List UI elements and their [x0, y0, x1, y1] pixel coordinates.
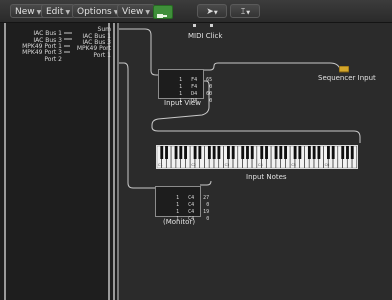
monitor-object[interactable]: 1 C4 27 1 C4 0 1 C4 19 1 C4 0	[155, 186, 209, 222]
cable-sum-to-inputview[interactable]	[119, 28, 159, 76]
black-key[interactable]	[260, 146, 264, 159]
options-menu-button[interactable]: Options▼	[72, 4, 124, 18]
velocity-value: 0	[209, 84, 213, 90]
octave-label: C4	[258, 163, 263, 167]
octave-label: C2	[191, 163, 196, 167]
black-key[interactable]	[207, 146, 211, 159]
black-key[interactable]	[346, 146, 349, 159]
black-key[interactable]	[293, 146, 297, 159]
new-label: New	[15, 7, 35, 17]
velocity-value: 27	[203, 195, 210, 201]
black-key[interactable]	[350, 146, 354, 159]
black-key[interactable]	[331, 146, 335, 159]
black-key[interactable]	[298, 146, 302, 159]
black-key[interactable]	[165, 146, 168, 159]
black-key[interactable]	[227, 146, 230, 159]
chevron-down-icon: ▼	[246, 10, 251, 16]
midi-click-object[interactable]: MIDI Click	[186, 23, 226, 43]
black-key[interactable]	[284, 146, 287, 159]
input-notes-keyboard[interactable]: C1 C2 C3 C4 C5 C6	[156, 145, 358, 169]
sequencer-input-object[interactable]: Sequencer Input	[318, 65, 392, 85]
black-key[interactable]	[327, 146, 330, 159]
chevron-down-icon: ▼	[65, 9, 71, 16]
octave-label: C5	[291, 163, 296, 167]
velocity-value: 0	[206, 202, 210, 208]
options-label: Options	[77, 7, 112, 17]
view-menu-button[interactable]: View ▼	[117, 4, 155, 18]
edit-menu-button[interactable]: Edit ▼	[41, 4, 76, 18]
text-tool-button[interactable]: 𝙸▼	[230, 4, 260, 18]
black-key[interactable]	[246, 146, 249, 159]
black-key[interactable]	[307, 146, 311, 159]
input-notes-label: Input Notes	[246, 173, 287, 181]
keyboard-keys: C1 C2 C3 C4 C5 C6	[157, 146, 357, 168]
black-key[interactable]	[231, 146, 235, 159]
cable-to-monitor[interactable]	[119, 62, 155, 189]
monitor-title: (Monitor)	[163, 218, 196, 226]
midi-thru-button[interactable]	[153, 5, 173, 19]
cable-monitor-out[interactable]	[200, 180, 212, 186]
black-key[interactable]	[184, 146, 187, 159]
velocity-value: 19	[203, 209, 210, 215]
chevron-down-icon: ▼	[213, 10, 218, 16]
view-label: View	[122, 7, 144, 17]
environment-canvas[interactable]: IAC Bus 1 IAC Bus 3 MPK49 Port 1 MPK49 P…	[0, 23, 392, 300]
black-key[interactable]	[193, 146, 197, 159]
toolbar: New▼ Edit▼ Options▼ View▼ ➤▼ 𝙸▼	[0, 0, 392, 23]
black-key[interactable]	[341, 146, 345, 159]
black-key[interactable]	[274, 146, 278, 159]
black-key[interactable]	[198, 146, 202, 159]
octave-label: C1	[158, 163, 163, 167]
black-key[interactable]	[265, 146, 268, 159]
black-key[interactable]	[160, 146, 164, 159]
edit-label: Edit	[46, 7, 64, 17]
input-view-title: Input View	[164, 99, 201, 107]
midi-plug-icon	[157, 14, 167, 18]
pointer-icon: ➤	[206, 7, 214, 17]
sequencer-input-icon	[339, 66, 349, 73]
black-key[interactable]	[317, 146, 321, 159]
midi-click-icon	[193, 24, 213, 27]
black-key[interactable]	[279, 146, 283, 159]
black-key[interactable]	[217, 146, 221, 159]
midi-click-label: MIDI Click	[188, 32, 223, 40]
pointer-tool-button[interactable]: ➤▼	[197, 4, 227, 18]
sequencer-input-label: Sequencer Input	[318, 74, 376, 82]
velocity-value: 0	[206, 216, 210, 222]
input-view-monitor[interactable]: 1 F4 65 1 F4 0 1 D4 60 1 D4 0	[158, 69, 212, 104]
black-key[interactable]	[179, 146, 183, 159]
black-key[interactable]	[241, 146, 245, 159]
octave-label: C3	[225, 163, 230, 167]
velocity-value: 60	[206, 91, 213, 97]
velocity-value: 65	[206, 77, 213, 83]
black-key[interactable]	[312, 146, 316, 159]
black-key[interactable]	[212, 146, 216, 159]
chevron-down-icon: ▼	[145, 9, 150, 16]
octave-label: C6	[325, 163, 330, 167]
black-key[interactable]	[250, 146, 254, 159]
black-key[interactable]	[174, 146, 178, 159]
velocity-value: 0	[209, 98, 213, 104]
